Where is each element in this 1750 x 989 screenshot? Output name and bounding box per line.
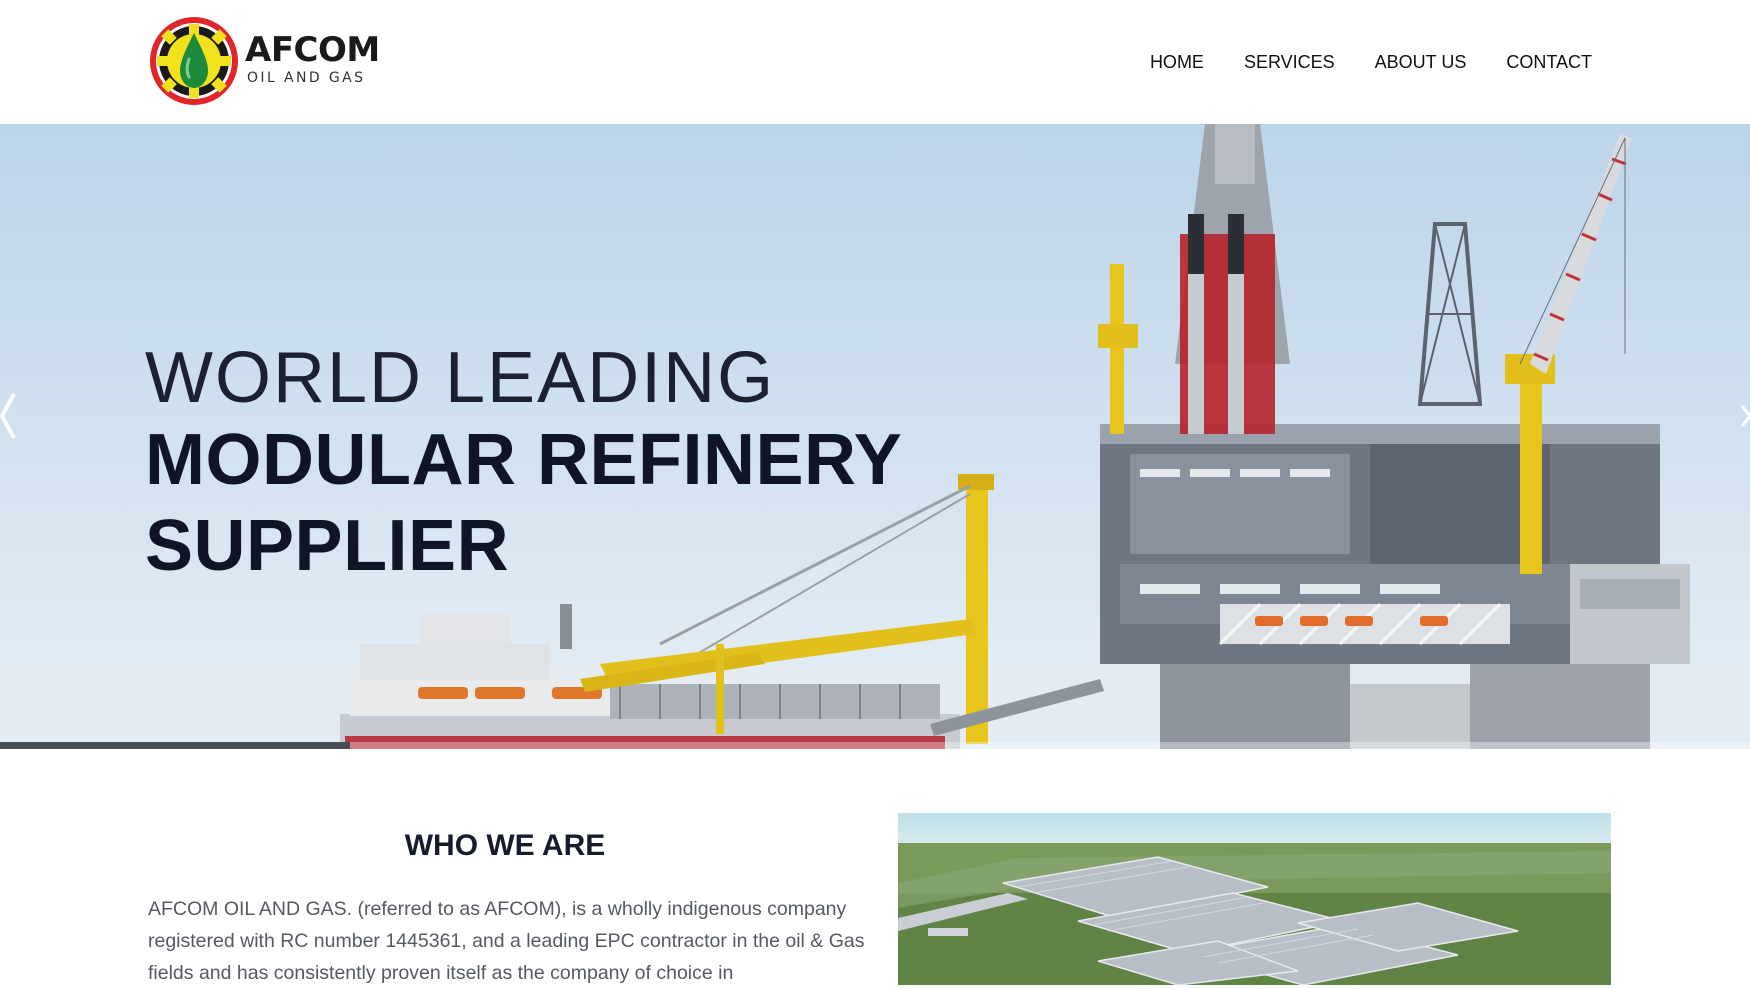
who-we-are-section: WHO WE ARE AFCOM OIL AND GAS. (referred … bbox=[0, 749, 1750, 985]
nav-contact[interactable]: CONTACT bbox=[1506, 50, 1592, 74]
refinery-aerial-image bbox=[898, 813, 1611, 985]
hero-slider: WORLD LEADING MODULAR REFINERY SUPPLIER bbox=[0, 124, 1750, 749]
chevron-right-icon bbox=[1740, 405, 1750, 427]
nav-services[interactable]: SERVICES bbox=[1244, 50, 1335, 74]
about-paragraph: AFCOM OIL AND GAS. (referred to as AFCOM… bbox=[148, 898, 865, 984]
hero-line-world-leading: WORLD LEADING bbox=[145, 338, 776, 418]
hero-headline: WORLD LEADING MODULAR REFINERY SUPPLIER bbox=[145, 339, 902, 589]
slider-progress-fill bbox=[0, 742, 350, 749]
site-header: AFCOM OIL AND GAS HOME SERVICES ABOUT US… bbox=[0, 0, 1750, 124]
nav-home[interactable]: HOME bbox=[1150, 50, 1204, 74]
nav-about-us[interactable]: ABOUT US bbox=[1375, 50, 1467, 74]
slider-next-button[interactable] bbox=[1740, 386, 1750, 446]
section-title: WHO WE ARE bbox=[404, 829, 606, 862]
slider-progress-bar bbox=[0, 742, 1750, 749]
hero-line-supplier: SUPPLIER bbox=[145, 506, 510, 586]
brand-name: AFCOM bbox=[245, 30, 380, 70]
main-nav: HOME SERVICES ABOUT US CONTACT bbox=[1150, 50, 1592, 74]
chevron-left-icon bbox=[0, 393, 16, 439]
slider-prev-button[interactable] bbox=[0, 386, 22, 446]
brand-logo[interactable]: AFCOM OIL AND GAS bbox=[148, 15, 388, 107]
hero-line-modular-refinery: MODULAR REFINERY bbox=[145, 420, 903, 500]
brand-tagline: OIL AND GAS bbox=[247, 70, 366, 86]
logo-emblem-icon bbox=[150, 17, 238, 105]
